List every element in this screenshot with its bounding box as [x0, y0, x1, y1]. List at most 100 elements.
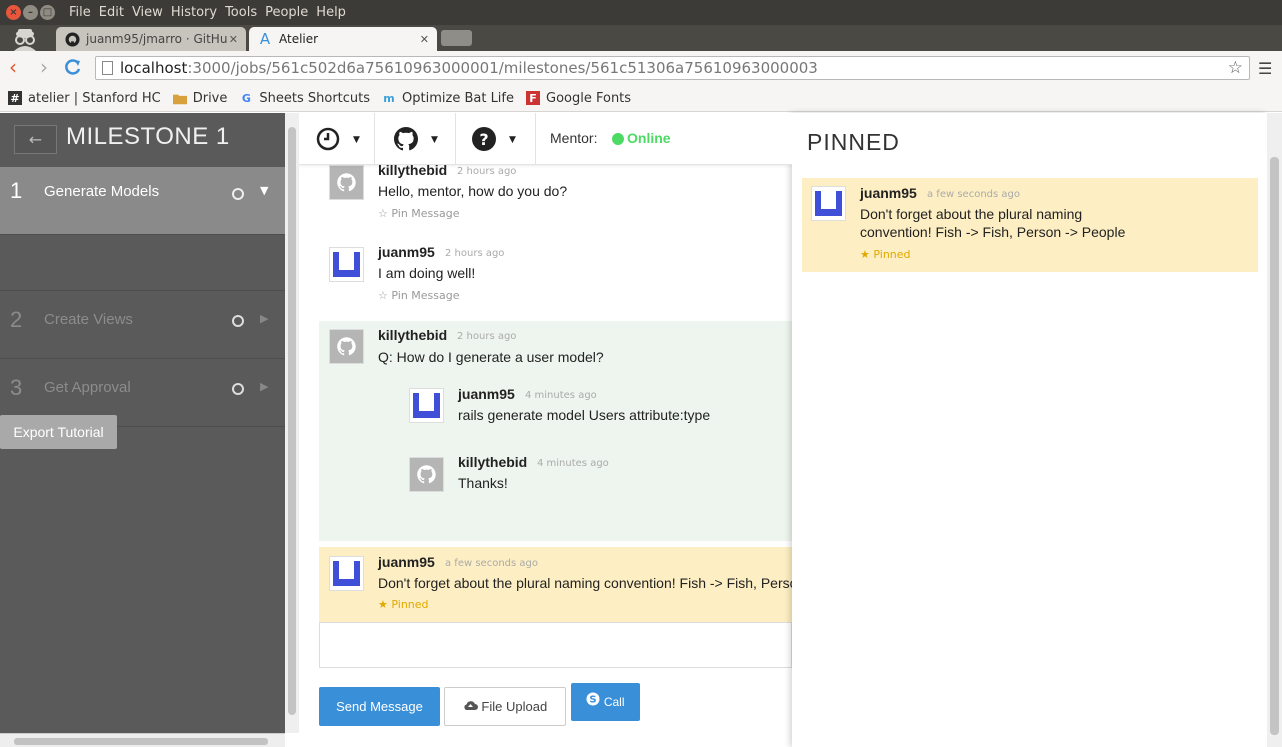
pinned-panel: PINNED juanm95 a few seconds ago Don't f…: [792, 113, 1267, 747]
pin-label: Pin Message: [391, 207, 460, 220]
bookmark-label: Optimize Bat Life: [402, 90, 514, 106]
reply-timestamp: 4 minutes ago: [525, 390, 597, 401]
pinned-label: Pinned: [391, 598, 429, 611]
pinned-timestamp: a few seconds ago: [927, 189, 1020, 200]
message-text: Q: How do I generate a user model?: [378, 349, 604, 365]
pinned-text-line-2: convention! Fish -> Fish, Person -> Peop…: [860, 224, 1126, 240]
online-status-text: Online: [627, 130, 671, 146]
pin-message-link[interactable]: ☆ Pin Message: [378, 289, 460, 302]
scrollbar-thumb[interactable]: [1270, 157, 1279, 735]
star-icon: ★: [378, 598, 388, 611]
menu-tools[interactable]: Tools: [225, 5, 257, 20]
browser-menu-icon[interactable]: ☰: [1258, 59, 1272, 78]
chat-message: killythebid 2 hours ago Hello, mentor, h…: [299, 161, 792, 227]
tab-title: Atelier: [279, 32, 319, 46]
message-text: I am doing well!: [378, 265, 476, 281]
export-tutorial-button[interactable]: Export Tutorial: [0, 415, 117, 449]
bookmark-drive[interactable]: Drive: [172, 90, 228, 106]
window-maximize-button[interactable]: □: [40, 5, 55, 20]
message-username[interactable]: killythebid: [378, 327, 447, 343]
tab-close-icon[interactable]: ✕: [420, 33, 429, 46]
github-dropdown[interactable]: ▼: [375, 113, 456, 165]
tab-strip: juanm95/jmarro · GitHu ✕ A Atelier ✕: [0, 25, 1282, 51]
message-username[interactable]: juanm95: [378, 244, 435, 260]
menu-help[interactable]: Help: [316, 5, 346, 20]
bookmarks-bar: # atelier | Stanford HC Drive G Sheets S…: [0, 85, 1282, 112]
address-bar[interactable]: localhost:3000/jobs/561c502d6a7561096300…: [95, 56, 1250, 80]
file-upload-button[interactable]: File Upload: [444, 687, 566, 726]
online-status-dot-icon: [612, 133, 624, 145]
chat-panel: ▼ ▼ ? ▼ Mentor: Online killythebid 2 hou…: [299, 113, 792, 747]
history-dropdown[interactable]: ▼: [299, 113, 375, 165]
github-avatar-icon: [409, 457, 444, 492]
step-create-views[interactable]: 2 Create Views ▶: [0, 291, 285, 359]
step-generate-models[interactable]: 1 Generate Models ▼: [0, 167, 285, 235]
page-vertical-scrollbar[interactable]: [1267, 113, 1282, 747]
tab-github[interactable]: juanm95/jmarro · GitHu ✕: [56, 27, 246, 51]
github-favicon-icon: [64, 31, 80, 47]
pin-message-link[interactable]: ☆ Pin Message: [378, 207, 460, 220]
bookmark-fonts[interactable]: F Google Fonts: [526, 91, 631, 106]
forward-arrow-icon[interactable]: ›: [40, 57, 48, 77]
star-outline-icon: ☆: [378, 207, 388, 220]
message-input[interactable]: [319, 622, 792, 668]
folder-icon: [172, 91, 187, 105]
reply-username[interactable]: killythebid: [458, 454, 527, 470]
pinned-badge[interactable]: ★ Pinned: [378, 598, 429, 611]
step-expanded-area: [0, 235, 285, 291]
back-button[interactable]: ←: [14, 125, 57, 154]
page-icon: [102, 61, 113, 75]
menu-history[interactable]: History: [171, 5, 217, 20]
milestone-title: MILESTONE 1: [66, 123, 230, 150]
pinned-username[interactable]: juanm95: [860, 185, 917, 201]
svg-text:S: S: [590, 695, 597, 706]
caret-down-icon: ▼: [509, 135, 516, 145]
bookmark-atelier[interactable]: # atelier | Stanford HC: [8, 91, 161, 106]
pinned-chat-message: juanm95 a few seconds ago Don't forget a…: [319, 547, 792, 623]
bookmark-sheets[interactable]: G Sheets Shortcuts: [239, 91, 370, 106]
cloud-upload-icon: [463, 699, 482, 714]
menu-view[interactable]: View: [132, 5, 163, 20]
reply-username[interactable]: juanm95: [458, 386, 515, 402]
new-tab-button[interactable]: [441, 30, 472, 46]
step-number: 3: [10, 375, 23, 400]
step-label: Create Views: [44, 311, 133, 328]
step-label: Generate Models: [44, 183, 160, 200]
bookmark-label: Drive: [192, 90, 228, 106]
menu-edit[interactable]: Edit: [99, 5, 124, 20]
step-status-circle-icon: [232, 315, 244, 327]
reply-text: Thanks!: [458, 475, 508, 491]
chat-vertical-scrollbar[interactable]: [285, 113, 299, 733]
caret-right-icon[interactable]: ▶: [260, 380, 268, 393]
tab-atelier[interactable]: A Atelier ✕: [249, 27, 437, 51]
star-icon: ★: [860, 248, 870, 261]
menu-people[interactable]: People: [265, 5, 308, 20]
caret-down-icon: ▼: [353, 135, 360, 145]
tab-close-icon[interactable]: ✕: [229, 33, 238, 46]
window-minimize-button[interactable]: –: [23, 5, 38, 20]
message-text: Hello, mentor, how do you do?: [378, 183, 568, 199]
sidebar-horizontal-scrollbar[interactable]: [0, 733, 285, 747]
tab-title: juanm95/jmarro · GitHu: [86, 32, 228, 46]
step-number: 1: [10, 178, 23, 203]
caret-down-icon[interactable]: ▼: [260, 184, 268, 197]
pinned-text-line-1: Don't forget about the plural naming: [860, 206, 1083, 222]
message-username[interactable]: juanm95: [378, 554, 435, 570]
pinned-badge[interactable]: ★ Pinned: [860, 248, 911, 261]
menu-file[interactable]: File: [69, 5, 91, 20]
caret-right-icon[interactable]: ▶: [260, 312, 268, 325]
user-avatar-icon: [811, 186, 846, 221]
upload-label: File Upload: [481, 699, 548, 714]
send-message-button[interactable]: Send Message: [319, 687, 440, 726]
call-button[interactable]: S Call: [571, 683, 640, 721]
reload-icon[interactable]: [64, 58, 82, 79]
back-arrow-icon[interactable]: ‹: [9, 57, 17, 77]
window-close-button[interactable]: ×: [6, 5, 21, 20]
scrollbar-thumb[interactable]: [288, 127, 296, 715]
message-timestamp: 2 hours ago: [457, 331, 517, 342]
bookmark-star-icon[interactable]: ☆: [1228, 57, 1243, 79]
star-outline-icon: ☆: [378, 289, 388, 302]
bookmark-optimize[interactable]: m Optimize Bat Life: [382, 91, 514, 106]
scrollbar-thumb[interactable]: [14, 738, 268, 745]
help-dropdown[interactable]: ? ▼: [456, 113, 536, 165]
